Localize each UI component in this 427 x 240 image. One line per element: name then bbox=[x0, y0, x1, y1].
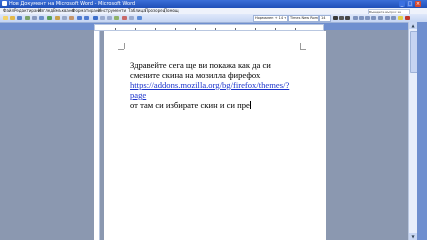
align-right-icon[interactable] bbox=[365, 16, 370, 20]
text-line[interactable]: от там си избирате скин и си пре bbox=[130, 100, 251, 110]
horizontal-ruler[interactable] bbox=[94, 24, 324, 31]
word-window: Нов Документ на Microsoft Word - Microso… bbox=[0, 0, 427, 240]
align-center-icon[interactable] bbox=[359, 16, 364, 20]
numbering-icon[interactable] bbox=[385, 16, 390, 20]
margin-mark bbox=[124, 43, 125, 49]
hyperlink-text[interactable]: page bbox=[130, 90, 146, 100]
text-line[interactable]: Здравейте сега ще ви покажа как да си bbox=[130, 60, 271, 70]
scroll-down-button[interactable]: ▼ bbox=[409, 233, 417, 240]
columns-icon[interactable] bbox=[107, 16, 112, 20]
highlight-icon[interactable] bbox=[398, 16, 403, 20]
word-app-icon bbox=[2, 1, 7, 6]
hyperlink-icon[interactable] bbox=[93, 16, 98, 20]
last-line-text: от там си избирате скин и си пре bbox=[130, 100, 250, 110]
bold-icon[interactable] bbox=[333, 16, 338, 20]
new-document-icon[interactable] bbox=[3, 16, 8, 20]
open-folder-icon[interactable] bbox=[10, 16, 15, 20]
save-icon[interactable] bbox=[17, 16, 22, 20]
print-icon[interactable] bbox=[32, 16, 37, 20]
spelling-icon[interactable] bbox=[47, 16, 52, 20]
show-hide-icon[interactable] bbox=[122, 16, 127, 20]
align-left-icon[interactable] bbox=[353, 16, 358, 20]
font-color-icon[interactable] bbox=[405, 16, 410, 20]
help-icon[interactable] bbox=[137, 16, 142, 20]
vertical-scrollbar[interactable]: ▲ ▼ bbox=[408, 22, 418, 240]
redo-icon[interactable] bbox=[84, 16, 89, 20]
maximize-button[interactable]: □ bbox=[407, 1, 413, 7]
window-title: Нов Документ на Microsoft Word - Microso… bbox=[9, 1, 136, 7]
window-border bbox=[417, 22, 427, 240]
margin-mark bbox=[300, 43, 301, 49]
cut-icon[interactable] bbox=[55, 16, 60, 20]
permission-icon[interactable] bbox=[25, 16, 30, 20]
scroll-up-button[interactable]: ▲ bbox=[409, 22, 417, 29]
close-button[interactable]: × bbox=[415, 1, 421, 7]
hyperlink-text[interactable]: https://addons.mozilla.org/bg/firefox/th… bbox=[130, 80, 289, 90]
copy-icon[interactable] bbox=[62, 16, 67, 20]
minimize-button[interactable]: _ bbox=[399, 1, 405, 7]
table-icon[interactable] bbox=[100, 16, 105, 20]
title-bar: Нов Документ на Microsoft Word - Microso… bbox=[0, 0, 427, 8]
bullets-icon[interactable] bbox=[391, 16, 396, 20]
text-cursor bbox=[249, 101, 251, 109]
italic-icon[interactable] bbox=[339, 16, 344, 20]
undo-icon[interactable] bbox=[77, 16, 82, 20]
font-size-dropdown[interactable]: 14 bbox=[319, 15, 331, 22]
zoom-icon[interactable] bbox=[129, 16, 134, 20]
margin-mark bbox=[118, 49, 124, 50]
paste-icon[interactable] bbox=[69, 16, 74, 20]
print-preview-icon[interactable] bbox=[39, 16, 44, 20]
line-spacing-icon[interactable] bbox=[378, 16, 383, 20]
text-line[interactable]: смените скина на мозилла фирефох bbox=[130, 70, 260, 80]
drawing-icon[interactable] bbox=[114, 16, 119, 20]
underline-icon[interactable] bbox=[345, 16, 350, 20]
justify-icon[interactable] bbox=[371, 16, 376, 20]
vertical-ruler[interactable] bbox=[94, 31, 100, 240]
style-dropdown[interactable]: Нормален + 14 т bbox=[253, 15, 288, 22]
font-dropdown[interactable]: Times New Roman bbox=[288, 15, 319, 22]
margin-mark bbox=[300, 49, 306, 50]
